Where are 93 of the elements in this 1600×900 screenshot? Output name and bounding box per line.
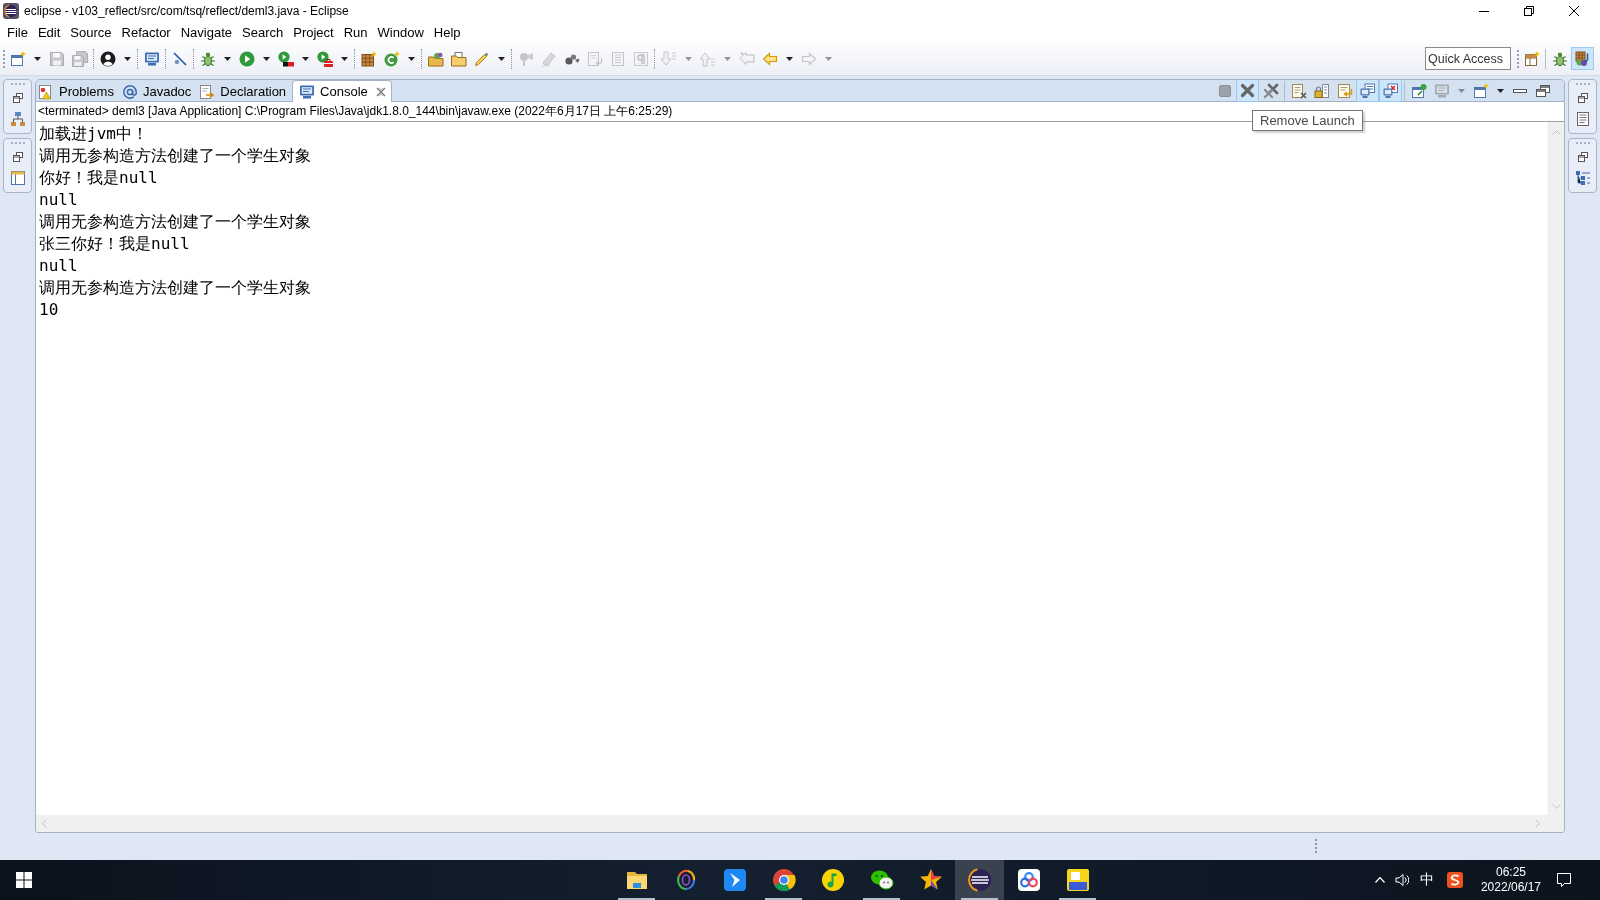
tricolor-circle-icon: [771, 868, 796, 892]
hierarchy-icon[interactable]: [9, 111, 26, 127]
restore-icon[interactable]: [1524, 6, 1534, 16]
caret-icon[interactable]: [301, 56, 309, 61]
star-icon: [918, 868, 943, 892]
lock-document-icon[interactable]: [1313, 82, 1330, 99]
monitor-error-icon[interactable]: [1379, 80, 1402, 102]
restore-icon[interactable]: [12, 93, 23, 103]
view-tab[interactable]: Javadoc: [119, 80, 198, 102]
tooltip: Remove Launch: [1252, 110, 1363, 131]
menu-item[interactable]: Project: [288, 23, 339, 41]
window-title: eclipse - v103_reflect/src/com/tsq/reflect/deml3.java - Eclipse: [24, 4, 349, 18]
music-note-icon: [820, 868, 845, 892]
caret-icon[interactable]: [407, 56, 415, 61]
play-toolbox-icon[interactable]: [316, 50, 333, 67]
striped-circle-icon: [3, 3, 19, 19]
chat-bubbles-icon: [869, 868, 894, 892]
at-sign-icon: [121, 83, 138, 100]
console-line: 加载进jvm中！: [39, 123, 148, 145]
monitor-icon: [299, 83, 316, 100]
slash-icon[interactable]: [171, 50, 188, 67]
double-cross-icon[interactable]: [1262, 82, 1279, 99]
menu-item[interactable]: Search: [237, 23, 289, 41]
console-line: null: [39, 255, 78, 277]
document-arrow-icon: [199, 83, 216, 100]
bug-icon[interactable]: [1551, 50, 1568, 67]
new-window-icon[interactable]: [9, 50, 26, 67]
start-icon[interactable]: [16, 872, 32, 888]
folder-ball-icon[interactable]: [427, 50, 444, 67]
c-circle-icon[interactable]: [383, 50, 400, 67]
caret-icon[interactable]: [497, 56, 505, 61]
menu-item[interactable]: File: [2, 23, 33, 41]
console-line: 调用无参构造方法创建了一个学生对象: [39, 277, 311, 299]
console-line: 张三你好！我是null: [39, 233, 190, 255]
menu-item[interactable]: Navigate: [175, 23, 237, 41]
folder-icon[interactable]: [450, 50, 467, 67]
document-tile-icon: [1065, 868, 1090, 892]
new-window-icon[interactable]: [1472, 82, 1489, 99]
menu-item[interactable]: Help: [428, 23, 466, 41]
striped-circle-icon: [967, 868, 992, 892]
outline-icon[interactable]: [1574, 170, 1591, 186]
caret-icon[interactable]: [262, 56, 270, 61]
monitor-document-icon[interactable]: [1356, 80, 1379, 102]
warning-document-icon: [38, 83, 54, 100]
restore-icon[interactable]: [1534, 82, 1551, 99]
pen-icon[interactable]: [473, 50, 490, 67]
restore-icon[interactable]: [1577, 93, 1588, 103]
document-cross-icon[interactable]: [1290, 82, 1307, 99]
monitor-icon[interactable]: [143, 50, 160, 67]
console-line: 你好！我是null: [39, 167, 158, 189]
view-tab[interactable]: Declaration: [197, 80, 293, 102]
console-line: 调用无参构造方法创建了一个学生对象: [39, 211, 311, 233]
caret-icon[interactable]: [123, 56, 131, 61]
taskbar-button[interactable]: [955, 860, 1004, 900]
restore-icon[interactable]: [12, 152, 23, 162]
document-icon[interactable]: [1574, 111, 1591, 127]
console-line: null: [39, 189, 78, 211]
quick-access-field[interactable]: Quick Access: [1425, 47, 1511, 70]
caret-icon[interactable]: [223, 56, 231, 61]
play-bar-icon[interactable]: [277, 50, 294, 67]
close-icon[interactable]: [1569, 6, 1579, 16]
clock-date[interactable]: 2022/06/17: [1480, 880, 1541, 895]
swirl-tile-icon[interactable]: [1446, 872, 1463, 888]
pinned-window-icon[interactable]: [1410, 82, 1427, 99]
wrap-document-icon[interactable]: [1336, 82, 1353, 99]
view-tab[interactable]: Problems: [36, 80, 120, 102]
cloud-tile-icon: [1016, 868, 1041, 892]
caret-icon[interactable]: [340, 56, 348, 61]
window-icon[interactable]: [9, 170, 26, 186]
menu-item[interactable]: Run: [338, 23, 373, 41]
person-circle-icon[interactable]: [99, 50, 116, 67]
view-tab[interactable]: Console: [292, 80, 392, 102]
console-line: 10: [39, 299, 59, 321]
caret-icon[interactable]: [785, 56, 793, 61]
bird-tile-icon: [722, 868, 747, 892]
chevron-up-icon[interactable]: [1374, 877, 1385, 883]
notification-icon[interactable]: [1556, 872, 1572, 888]
bug-icon[interactable]: [199, 50, 216, 67]
speaker-icon[interactable]: [1394, 873, 1409, 887]
menu-item[interactable]: Refactor: [116, 23, 176, 41]
grid-blobs-icon[interactable]: [1571, 47, 1594, 70]
restore-icon[interactable]: [1577, 152, 1588, 162]
menu-item[interactable]: Edit: [32, 23, 66, 41]
cross-icon[interactable]: [1236, 80, 1259, 102]
clock-time[interactable]: 06:25: [1495, 865, 1526, 880]
caret-icon[interactable]: [33, 56, 41, 61]
input-method-indicator[interactable]: 中: [1419, 871, 1434, 889]
menu-item[interactable]: Source: [65, 23, 117, 41]
console-line: 调用无参构造方法创建了一个学生对象: [39, 145, 311, 167]
play-icon[interactable]: [238, 50, 255, 67]
caret-icon[interactable]: [1496, 88, 1504, 93]
menu-item[interactable]: Window: [372, 23, 429, 41]
grid-box-icon[interactable]: [360, 50, 377, 67]
